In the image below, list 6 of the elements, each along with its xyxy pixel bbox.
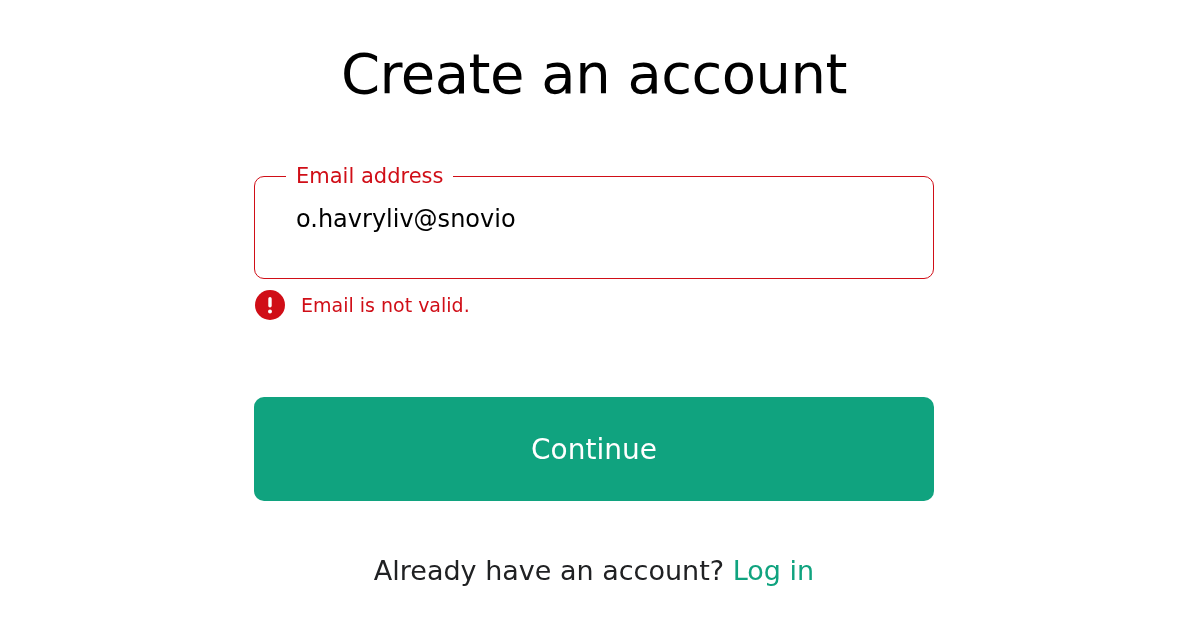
login-link[interactable]: Log in: [732, 555, 815, 586]
error-message: Email is not valid.: [301, 294, 470, 316]
continue-button[interactable]: Continue: [254, 397, 934, 501]
login-prompt: Already have an account?: [373, 555, 725, 586]
error-icon: [255, 290, 285, 320]
page-title: Create an account: [339, 40, 849, 108]
